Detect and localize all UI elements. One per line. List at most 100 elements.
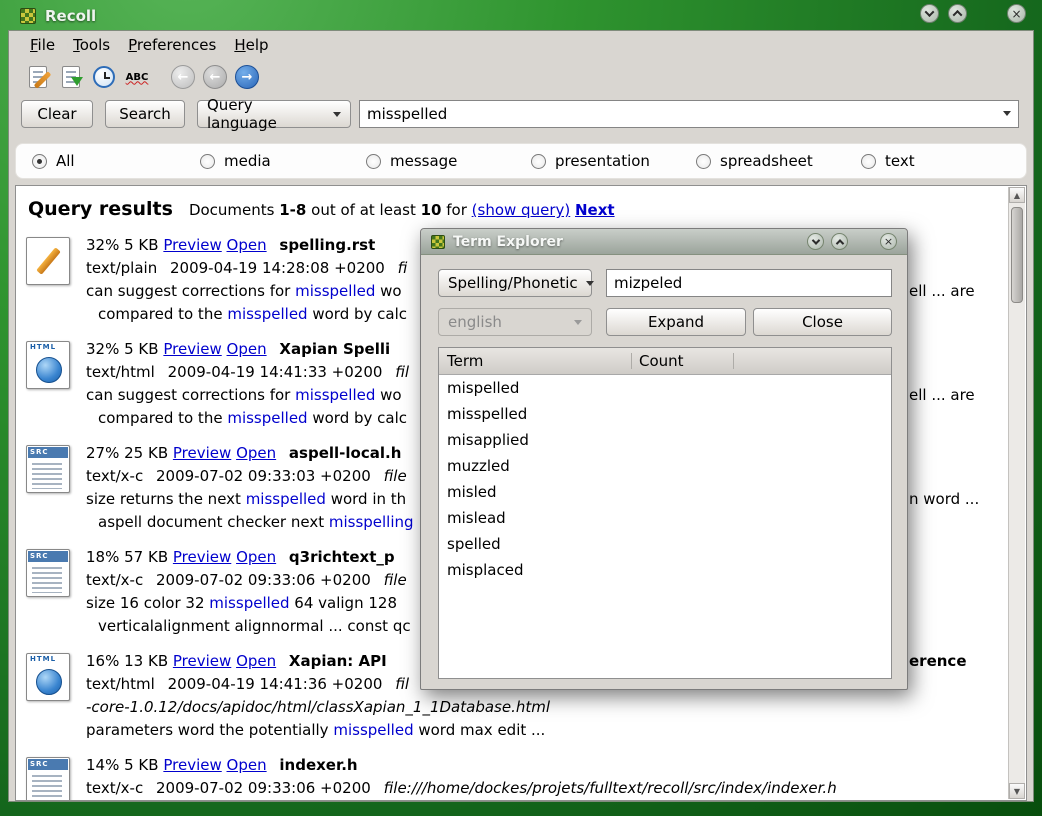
menu-item-help[interactable]: Help bbox=[225, 31, 277, 59]
term-row[interactable]: mislead bbox=[439, 505, 891, 531]
doc-date: 2009-07-02 09:33:03 +0200 bbox=[156, 467, 371, 485]
close-icon: × bbox=[884, 235, 893, 248]
close-button[interactable]: × bbox=[880, 233, 897, 250]
history-button[interactable] bbox=[91, 64, 117, 90]
scroll-thumb[interactable] bbox=[1011, 207, 1023, 303]
expand-button[interactable]: Expand bbox=[606, 308, 746, 336]
source-code-icon: SRC bbox=[26, 546, 86, 638]
result-title: Xapian: API bbox=[289, 652, 387, 670]
term-row[interactable]: misled bbox=[439, 479, 891, 505]
chevron-down-icon bbox=[586, 281, 594, 286]
column-header-term[interactable]: Term bbox=[447, 348, 483, 375]
filter-bar: All media message presentation spreadshe… bbox=[15, 143, 1027, 179]
minimize-button[interactable] bbox=[920, 4, 939, 23]
query-input[interactable] bbox=[359, 100, 1019, 128]
filter-radio-presentation[interactable]: presentation bbox=[531, 144, 650, 178]
recoll-app-icon bbox=[20, 8, 36, 24]
term-row[interactable]: spelled bbox=[439, 531, 891, 557]
header-separator bbox=[631, 353, 632, 369]
preview-link[interactable]: Preview bbox=[163, 236, 221, 254]
term-input-wrap bbox=[606, 269, 892, 297]
term-row[interactable]: misplaced bbox=[439, 557, 891, 583]
clear-search-button[interactable] bbox=[25, 64, 51, 90]
open-link[interactable]: Open bbox=[227, 756, 267, 774]
filter-radio-text[interactable]: text bbox=[861, 144, 915, 178]
preview-link[interactable]: Preview bbox=[173, 444, 231, 462]
result-range: 1-8 bbox=[279, 201, 306, 219]
filter-radio-spreadsheet[interactable]: spreadsheet bbox=[696, 144, 813, 178]
html-document-icon: HTML bbox=[26, 338, 86, 430]
scroll-up-button[interactable]: ▲ bbox=[1009, 187, 1025, 203]
arrow-left-icon: ← bbox=[210, 70, 221, 85]
chevron-down-icon[interactable] bbox=[1003, 111, 1011, 116]
open-link[interactable]: Open bbox=[227, 340, 267, 358]
result-total: 10 bbox=[421, 201, 442, 219]
prev-page-button[interactable]: ← bbox=[203, 65, 227, 89]
highlighted-term: misspelled bbox=[295, 386, 375, 404]
scroll-down-button[interactable]: ▼ bbox=[1009, 783, 1025, 799]
highlighted-term: misspelled bbox=[227, 409, 307, 427]
file-size: 57 KB bbox=[124, 548, 168, 566]
open-link[interactable]: Open bbox=[236, 444, 276, 462]
highlighted-term: misspelling bbox=[329, 513, 414, 531]
result-title: indexer.h bbox=[279, 756, 357, 774]
close-button[interactable]: × bbox=[1007, 4, 1026, 23]
file-size: 5 KB bbox=[124, 236, 158, 254]
next-page-button[interactable]: → bbox=[235, 65, 259, 89]
expansion-mode-dropdown[interactable]: Spelling/Phonetic bbox=[438, 269, 592, 297]
result-title: Xapian Spelli bbox=[279, 340, 390, 358]
chevron-down-icon bbox=[574, 320, 582, 325]
mime-type: text/html bbox=[86, 363, 155, 381]
term-explorer-button[interactable]: ABC bbox=[124, 64, 150, 90]
result-title: q3richtext_p bbox=[289, 548, 395, 566]
query-language-dropdown[interactable]: Query language bbox=[197, 100, 351, 128]
open-link[interactable]: Open bbox=[227, 236, 267, 254]
filter-radio-message[interactable]: message bbox=[366, 144, 457, 178]
start-search-button[interactable] bbox=[58, 64, 84, 90]
doc-url: -core-1.0.12/docs/apidoc/html/classXapia… bbox=[86, 698, 550, 716]
html-document-icon: HTML bbox=[26, 650, 86, 742]
start-search-icon bbox=[62, 66, 80, 88]
close-dialog-button[interactable]: Close bbox=[753, 308, 892, 336]
open-link[interactable]: Open bbox=[236, 548, 276, 566]
menu-item-tools[interactable]: Tools bbox=[64, 31, 119, 59]
term-row[interactable]: muzzled bbox=[439, 453, 891, 479]
clear-button[interactable]: Clear bbox=[21, 100, 93, 128]
window-controls: × bbox=[920, 4, 1026, 23]
term-row[interactable]: misspelled bbox=[439, 401, 891, 427]
filter-radio-media[interactable]: media bbox=[200, 144, 271, 178]
snippet-right-fragment: ell ... are bbox=[909, 384, 975, 407]
column-header-count[interactable]: Count bbox=[639, 348, 684, 375]
preview-link[interactable]: Preview bbox=[173, 548, 231, 566]
menu-item-preferences[interactable]: Preferences bbox=[119, 31, 225, 59]
results-scrollbar[interactable]: ▲ ▼ bbox=[1008, 187, 1025, 799]
arrow-right-icon: → bbox=[242, 70, 253, 85]
page-title: Query results bbox=[28, 198, 173, 220]
preview-link[interactable]: Preview bbox=[163, 340, 221, 358]
minimize-button[interactable] bbox=[807, 233, 824, 250]
maximize-button[interactable] bbox=[948, 4, 967, 23]
next-page-link[interactable]: Next bbox=[575, 201, 615, 219]
maximize-button[interactable] bbox=[831, 233, 848, 250]
show-query-link[interactable]: (show query) bbox=[472, 201, 571, 219]
search-row: Clear Search Query language bbox=[9, 95, 1033, 133]
radio-icon bbox=[696, 154, 711, 169]
open-link[interactable]: Open bbox=[236, 652, 276, 670]
chevron-down-icon bbox=[925, 7, 935, 17]
first-page-button[interactable]: ← bbox=[171, 65, 195, 89]
chevron-up-icon bbox=[953, 10, 963, 20]
menu-item-file[interactable]: File bbox=[21, 31, 64, 59]
search-button[interactable]: Search bbox=[105, 100, 185, 128]
menubar: File Tools Preferences Help bbox=[9, 31, 1033, 59]
term-input[interactable] bbox=[606, 269, 892, 297]
filter-radio-all[interactable]: All bbox=[32, 144, 75, 178]
arrow-left-icon: ← bbox=[178, 70, 189, 85]
term-row[interactable]: mispelled bbox=[439, 375, 891, 401]
relevance-percent: 14% bbox=[86, 756, 119, 774]
preview-link[interactable]: Preview bbox=[173, 652, 231, 670]
query-combobox bbox=[359, 100, 1019, 128]
term-row[interactable]: misapplied bbox=[439, 427, 891, 453]
relevance-percent: 18% bbox=[86, 548, 119, 566]
recoll-app-icon bbox=[431, 235, 445, 249]
preview-link[interactable]: Preview bbox=[163, 756, 221, 774]
